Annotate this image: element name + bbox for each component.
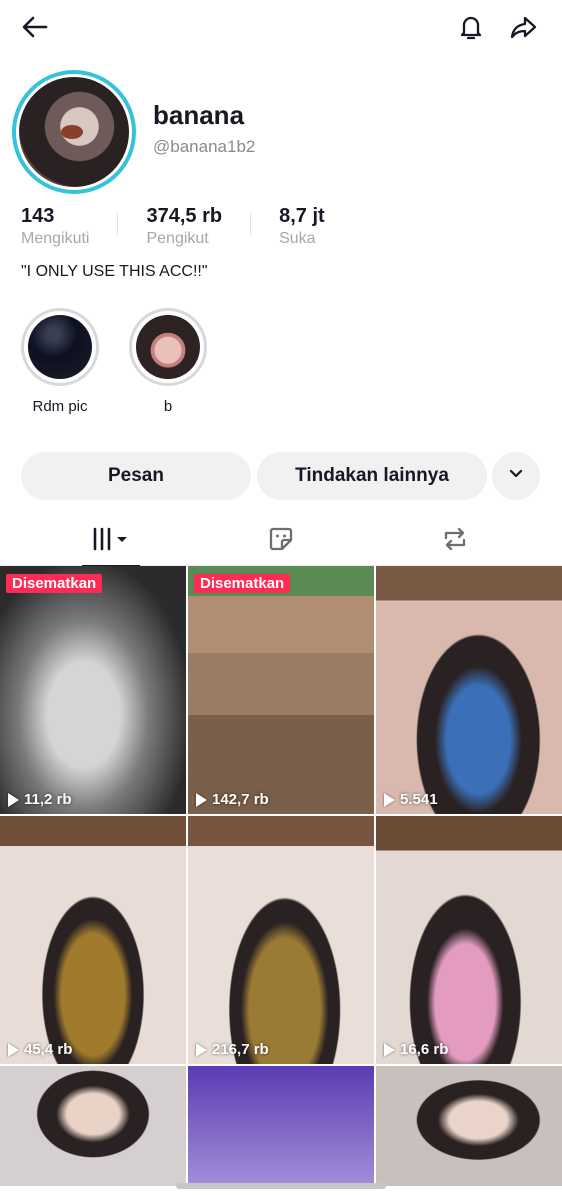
stat-label: Mengikuti [21, 230, 90, 247]
view-count-value: 142,7 rb [212, 791, 269, 808]
view-count: 11,2 rb [8, 791, 72, 808]
video-thumbnail[interactable] [188, 1066, 374, 1186]
highlight-label: b [163, 398, 173, 415]
video-thumbnail[interactable]: 45,4 rb [0, 816, 186, 1064]
bell-icon[interactable] [454, 10, 488, 44]
content-tabs [0, 516, 562, 567]
home-indicator[interactable] [176, 1183, 386, 1189]
play-icon [8, 792, 19, 807]
play-icon [384, 792, 395, 807]
avatar-image [19, 77, 129, 187]
pinned-badge: Disematkan [194, 574, 291, 593]
view-count-value: 45,4 rb [24, 1041, 73, 1058]
more-actions-button[interactable]: Tindakan lainnya [257, 452, 487, 500]
stat-value: 8,7 jt [279, 205, 325, 227]
play-icon [8, 1042, 19, 1057]
stat-label: Pengikut [146, 230, 209, 247]
repost-icon [440, 524, 470, 559]
videos-grid-icon [91, 526, 131, 557]
stat-followers[interactable]: 374,5 rb Pengikut [146, 205, 222, 255]
stat-label: Suka [279, 230, 316, 247]
play-icon [196, 792, 207, 807]
video-grid: Disematkan 11,2 rb Disematkan 142,7 rb 5… [0, 566, 562, 1186]
video-thumbnail[interactable]: Disematkan 11,2 rb [0, 566, 186, 814]
highlight-item[interactable]: b [129, 308, 207, 415]
tab-reposts[interactable] [361, 516, 548, 566]
view-count: 16,6 rb [384, 1041, 448, 1058]
back-arrow-icon[interactable] [18, 10, 52, 44]
video-thumbnail[interactable] [376, 1066, 562, 1186]
stat-value: 143 [21, 205, 55, 227]
highlight-ring [21, 308, 99, 386]
view-count: 142,7 rb [196, 791, 269, 808]
share-icon[interactable] [506, 10, 540, 44]
username: @banana1b2 [153, 137, 256, 156]
sticker-icon [267, 525, 295, 558]
profile-stats: 143 Mengikuti 374,5 rb Pengikut 8,7 jt S… [21, 205, 541, 255]
profile-actions: Pesan Tindakan lainnya [21, 452, 541, 500]
view-count: 45,4 rb [8, 1041, 72, 1058]
profile-header: banana @banana1b2 [12, 70, 552, 194]
view-count-value: 5.541 [400, 791, 438, 808]
view-count: 216,7 rb [196, 1041, 269, 1058]
suggested-accounts-button[interactable] [492, 452, 540, 500]
highlight-item[interactable]: Rdm pic [21, 308, 99, 415]
story-highlights: Rdm pic b [21, 308, 207, 415]
stat-following[interactable]: 143 Mengikuti [21, 205, 89, 255]
top-bar [0, 0, 562, 56]
video-thumbnail[interactable]: Disematkan 142,7 rb [188, 566, 374, 814]
highlight-thumbnail [28, 315, 92, 379]
bio: "I ONLY USE THIS ACC!!" [21, 263, 208, 280]
view-count-value: 11,2 rb [24, 791, 72, 808]
display-name: banana [153, 100, 245, 130]
play-icon [196, 1042, 207, 1057]
highlight-label: Rdm pic [32, 398, 88, 415]
pinned-badge: Disematkan [6, 574, 103, 593]
message-button[interactable]: Pesan [21, 452, 251, 500]
view-count-value: 216,7 rb [212, 1041, 269, 1058]
chevron-down-icon [507, 464, 525, 488]
play-icon [384, 1042, 395, 1057]
view-count-value: 16,6 rb [400, 1041, 449, 1058]
video-thumbnail[interactable]: 216,7 rb [188, 816, 374, 1064]
tab-videos[interactable] [17, 516, 204, 567]
tab-liked[interactable] [187, 516, 374, 566]
video-thumbnail[interactable]: 16,6 rb [376, 816, 562, 1064]
highlight-thumbnail [136, 315, 200, 379]
highlight-ring [129, 308, 207, 386]
stat-value: 374,5 rb [146, 205, 223, 227]
divider [250, 213, 252, 235]
stat-likes[interactable]: 8,7 jt Suka [279, 205, 325, 255]
avatar-border [16, 74, 132, 190]
divider [117, 213, 119, 235]
video-thumbnail[interactable]: 5.541 [376, 566, 562, 814]
name-block: banana @banana1b2 [153, 100, 255, 157]
avatar[interactable] [12, 70, 136, 194]
video-thumbnail[interactable] [0, 1066, 186, 1186]
view-count: 5.541 [384, 791, 438, 808]
